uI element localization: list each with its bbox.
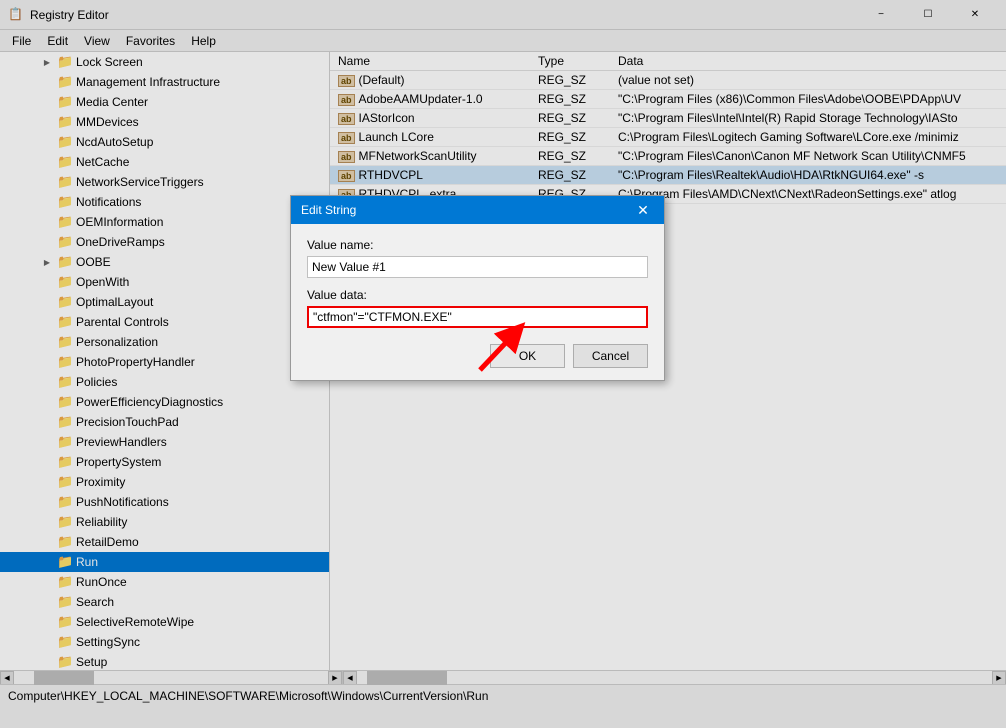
dialog-body: Value name: Value data: OK Cancel [291, 224, 664, 380]
edit-string-dialog: Edit String ✕ Value name: Value data: OK… [290, 195, 665, 381]
value-name-input[interactable] [307, 256, 648, 278]
ok-button[interactable]: OK [490, 344, 565, 368]
dialog-title-bar: Edit String ✕ [291, 196, 664, 224]
value-data-input[interactable] [307, 306, 648, 328]
dialog-buttons: OK Cancel [307, 344, 648, 368]
dialog-title: Edit String [301, 203, 632, 217]
value-name-label: Value name: [307, 238, 648, 252]
dialog-close-button[interactable]: ✕ [632, 199, 654, 221]
cancel-button[interactable]: Cancel [573, 344, 648, 368]
dialog-overlay: Edit String ✕ Value name: Value data: OK… [0, 0, 1006, 728]
value-data-label: Value data: [307, 288, 648, 302]
